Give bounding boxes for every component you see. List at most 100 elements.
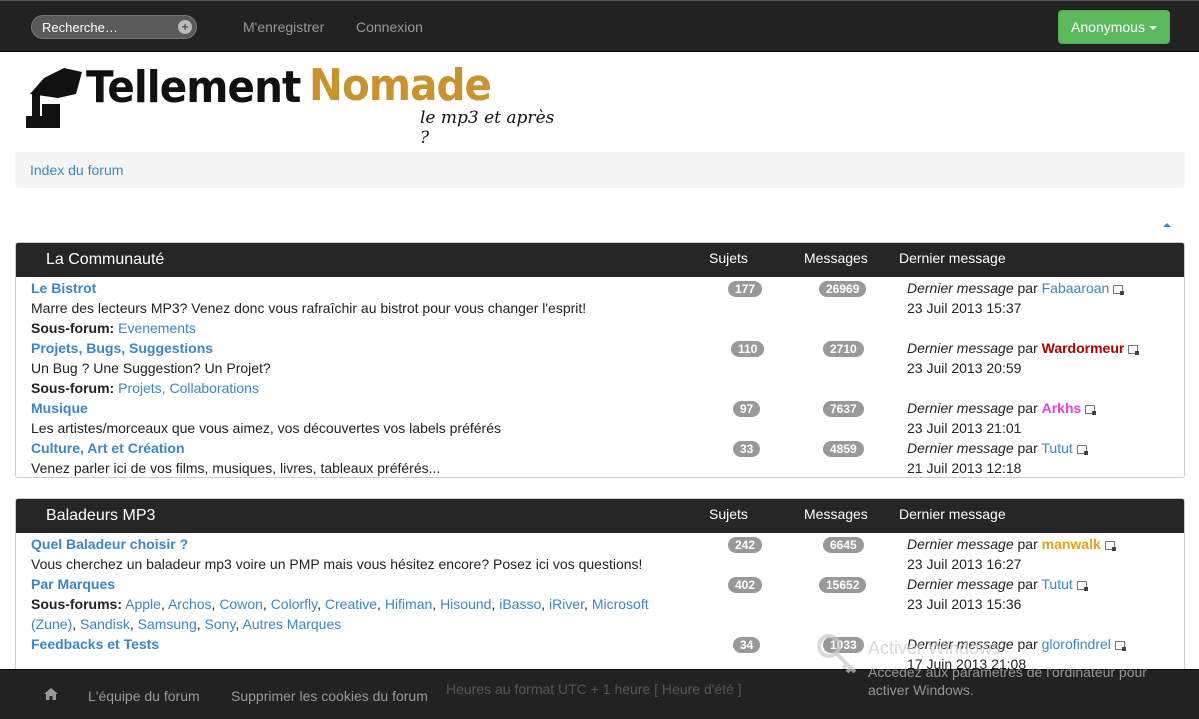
topics-count: 34 xyxy=(733,637,761,653)
last-post-user[interactable]: manwalk xyxy=(1042,536,1101,552)
subforum-link[interactable]: Samsung xyxy=(138,616,197,632)
by-word: par xyxy=(1017,576,1038,592)
col-header-topics: Sujets xyxy=(709,250,748,266)
subforum-link[interactable]: Creative xyxy=(325,596,377,612)
topics-count: 402 xyxy=(728,577,763,593)
last-post-by: Dernier message par manwalk xyxy=(907,536,1116,552)
last-post-date: 21 Juil 2013 12:18 xyxy=(907,460,1022,476)
login-link[interactable]: Connexion xyxy=(356,19,423,35)
search-input[interactable] xyxy=(42,19,172,35)
topics-count: 33 xyxy=(733,441,761,457)
last-post-date: 23 Juil 2013 20:59 xyxy=(907,360,1022,376)
forum-desc: Un Bug ? Une Suggestion? Un Projet? xyxy=(31,360,271,376)
subforum-link[interactable]: Hifiman xyxy=(385,596,432,612)
last-post-by: Dernier message par Wardormeur xyxy=(907,340,1140,356)
subforum-link[interactable]: Sony xyxy=(205,616,236,632)
subforum-link[interactable]: Projets, Collaborations xyxy=(118,380,259,396)
logo-word-nomade: Nomade xyxy=(309,60,492,111)
col-header-last: Dernier message xyxy=(899,250,1006,266)
breadcrumb: Index du forum xyxy=(15,152,1185,188)
subforum-link[interactable]: Apple xyxy=(125,596,161,612)
last-post-prefix: Dernier message xyxy=(907,576,1014,592)
last-post-prefix: Dernier message xyxy=(907,280,1014,296)
user-menu-label: Anonymous xyxy=(1071,19,1145,35)
forum-title[interactable]: Quel Baladeur choisir ? xyxy=(31,536,188,552)
last-post-date: 23 Juil 2013 15:36 xyxy=(907,596,1022,612)
last-post-date: 23 Juil 2013 16:27 xyxy=(907,556,1022,572)
watermark-line2: activer Windows. xyxy=(868,682,974,698)
view-latest-post-icon[interactable] xyxy=(1104,540,1116,551)
last-post-by: Dernier message par Fabaaroan xyxy=(907,280,1125,296)
user-menu-button[interactable]: Anonymous xyxy=(1058,10,1170,44)
subforum-link[interactable]: Evenements xyxy=(118,320,196,336)
scroll-up-icon[interactable] xyxy=(1163,223,1171,227)
logo-tagline: le mp3 et après ? xyxy=(420,108,555,148)
search-box[interactable]: + xyxy=(31,15,197,39)
view-latest-post-icon[interactable] xyxy=(1128,344,1140,355)
last-post-user[interactable]: Fabaaroan xyxy=(1042,280,1110,296)
last-post-user[interactable]: Arkhs xyxy=(1042,400,1082,416)
watermark-line1: Accédez aux paramètres de l'ordinateur p… xyxy=(868,664,1147,680)
topics-count: 242 xyxy=(728,537,763,553)
last-post-by: Dernier message par Arkhs xyxy=(907,400,1097,416)
forum-title[interactable]: Le Bistrot xyxy=(31,280,96,296)
view-latest-post-icon[interactable] xyxy=(1076,580,1088,591)
windows-activation-watermark: Activer Windows Accédez aux paramètres d… xyxy=(868,638,1188,699)
col-header-posts: Messages xyxy=(804,506,868,522)
home-icon[interactable] xyxy=(44,688,58,700)
forum-title[interactable]: Feedbacks et Tests xyxy=(31,636,159,652)
by-word: par xyxy=(1017,440,1038,456)
logo-word-tellement: Tellement xyxy=(86,62,301,113)
timezone-info: Heures au format UTC + 1 heure [ Heure d… xyxy=(446,681,742,697)
posts-count: 15652 xyxy=(819,577,867,593)
category-title[interactable]: La Communauté xyxy=(46,251,164,269)
top-navbar: + M'enregistrer Connexion Anonymous xyxy=(0,0,1199,52)
subforum-link[interactable]: Cowon xyxy=(219,596,263,612)
delete-cookies-link[interactable]: Supprimer les cookies du forum xyxy=(231,688,428,704)
search-plus-icon[interactable]: + xyxy=(178,20,192,34)
watermark-title: Activer Windows xyxy=(868,638,1002,658)
subforum-label: Sous-forum: xyxy=(31,320,115,336)
view-latest-post-icon[interactable] xyxy=(1085,404,1097,415)
topics-count: 110 xyxy=(731,341,765,357)
view-latest-post-icon[interactable] xyxy=(1113,284,1125,295)
caret-down-icon xyxy=(1148,26,1157,31)
posts-count: 6645 xyxy=(823,537,864,553)
topics-count: 177 xyxy=(728,281,763,297)
team-link[interactable]: L'équipe du forum xyxy=(88,688,200,704)
view-latest-post-icon[interactable] xyxy=(1076,444,1088,455)
forum-desc: Marre des lecteurs MP3? Venez donc vous … xyxy=(31,300,587,316)
watermark-text: Accédez aux paramètres de l'ordinateur p… xyxy=(868,663,1188,699)
forum-title[interactable]: Par Marques xyxy=(31,576,115,592)
subforum-link[interactable]: Archos xyxy=(168,596,212,612)
breadcrumb-forum-index[interactable]: Index du forum xyxy=(30,162,123,178)
subforum-link[interactable]: Colorfly xyxy=(271,596,317,612)
subforum-link[interactable]: iRiver xyxy=(549,596,584,612)
subforum-link[interactable]: iBasso xyxy=(499,596,541,612)
col-header-posts: Messages xyxy=(804,250,868,266)
forum-title[interactable]: Musique xyxy=(31,400,88,416)
by-word: par xyxy=(1017,536,1038,552)
subforum-link[interactable]: Autres Marques xyxy=(242,616,341,632)
posts-count: 4859 xyxy=(823,441,864,457)
site-logo[interactable]: Tellement Nomade le mp3 et après ? xyxy=(24,60,564,148)
subforum-link[interactable]: Hisound xyxy=(440,596,491,612)
category-title[interactable]: Baladeurs MP3 xyxy=(46,507,155,525)
by-word: par xyxy=(1017,340,1038,356)
subforum-link[interactable]: Sandisk xyxy=(80,616,130,632)
register-link[interactable]: M'enregistrer xyxy=(243,19,324,35)
category-header: La Communauté Sujets Messages Dernier me… xyxy=(16,243,1184,277)
last-post-user[interactable]: Tutut xyxy=(1041,576,1072,592)
forum-title[interactable]: Culture, Art et Création xyxy=(31,440,185,456)
topics-count: 97 xyxy=(733,401,761,417)
subforum-label: Sous-forum: xyxy=(31,380,115,396)
last-post-user[interactable]: Tutut xyxy=(1041,440,1072,456)
gramophone-icon xyxy=(26,68,82,128)
col-header-topics: Sujets xyxy=(709,506,748,522)
last-post-user[interactable]: Wardormeur xyxy=(1042,340,1125,356)
last-post-prefix: Dernier message xyxy=(907,400,1014,416)
last-post-date: 23 Juil 2013 15:37 xyxy=(907,300,1022,316)
forum-desc: Vous cherchez un baladeur mp3 voire un P… xyxy=(31,556,643,572)
forum-title[interactable]: Projets, Bugs, Suggestions xyxy=(31,340,213,356)
col-header-last: Dernier message xyxy=(899,506,1006,522)
